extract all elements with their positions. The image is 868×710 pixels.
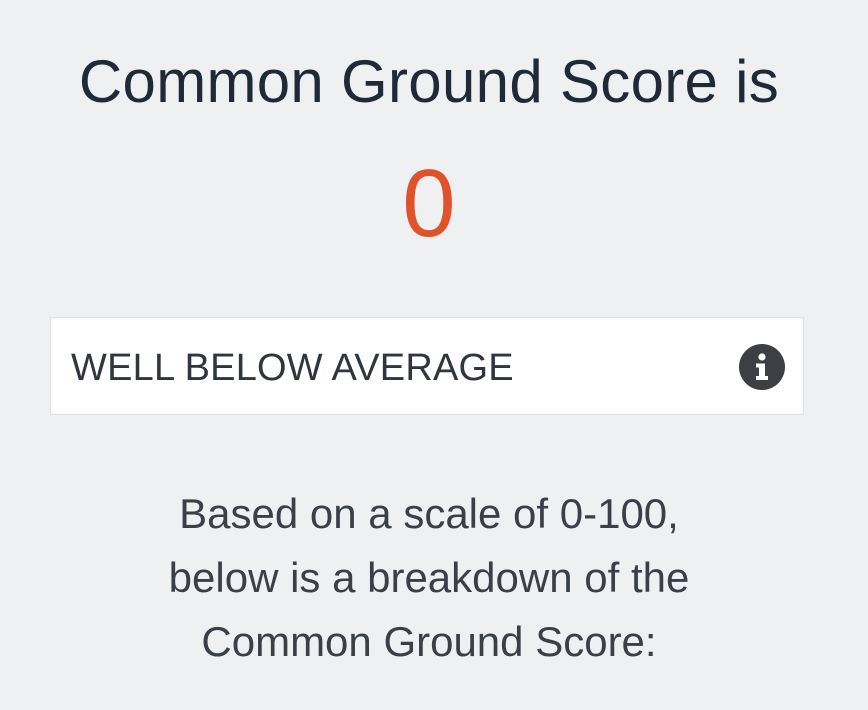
score-card: Common Ground Score is 0 WELL BELOW AVER… [0, 0, 868, 710]
rating-panel: WELL BELOW AVERAGE [50, 317, 804, 415]
description-line: below is a breakdown of the [168, 554, 690, 601]
score-value: 0 [402, 150, 456, 257]
description-line: Common Ground Score: [201, 618, 657, 665]
score-description: Based on a scale of 0-100, below is a br… [0, 482, 858, 674]
score-title: Common Ground Score is [78, 48, 780, 115]
rating-label: WELL BELOW AVERAGE [71, 347, 514, 389]
info-icon[interactable] [739, 344, 785, 390]
description-line: Based on a scale of 0-100, [179, 490, 679, 537]
